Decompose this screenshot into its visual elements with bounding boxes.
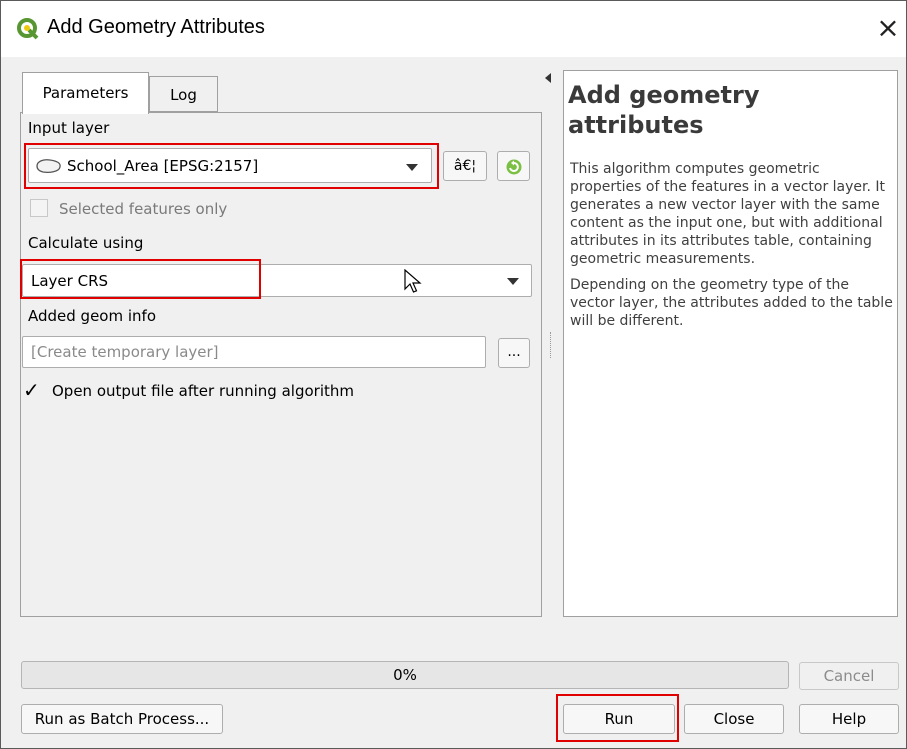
selected-features-checkbox[interactable] xyxy=(30,199,48,217)
input-layer-label: Input layer xyxy=(28,119,110,137)
calculate-using-highlight xyxy=(20,259,261,299)
help-panel xyxy=(563,70,898,617)
added-geom-info-label: Added geom info xyxy=(28,307,156,325)
tab-log[interactable]: Log xyxy=(149,76,218,112)
progress-bar: 0% xyxy=(21,661,789,689)
collapse-help-icon[interactable] xyxy=(545,73,551,83)
input-layer-highlight xyxy=(24,143,439,189)
browse-layer-button[interactable]: â€¦ xyxy=(443,151,487,181)
run-button-highlight xyxy=(556,694,679,742)
output-browse-button[interactable]: ... xyxy=(498,338,530,368)
added-geom-output-field[interactable]: [Create temporary layer] xyxy=(22,336,486,368)
close-button[interactable]: Close xyxy=(684,704,784,734)
title-bar: Add Geometry Attributes × xyxy=(1,1,906,57)
chevron-down-icon xyxy=(507,278,519,285)
cancel-button[interactable]: Cancel xyxy=(799,662,899,690)
tab-parameters[interactable]: Parameters xyxy=(22,72,149,114)
splitter-handle[interactable] xyxy=(550,332,552,358)
close-icon[interactable]: × xyxy=(874,12,902,46)
selected-features-label: Selected features only xyxy=(59,200,228,218)
iterate-button[interactable] xyxy=(497,151,530,181)
progress-text: 0% xyxy=(393,666,417,684)
calculate-using-label: Calculate using xyxy=(28,234,144,252)
mouse-cursor-icon xyxy=(404,268,422,299)
qgis-icon xyxy=(16,17,40,41)
help-paragraph-2: Depending on the geometry type of the ve… xyxy=(570,277,893,329)
run-as-batch-button[interactable]: Run as Batch Process... xyxy=(21,704,223,734)
help-paragraph-1: This algorithm computes geometric proper… xyxy=(570,161,886,267)
open-output-label: Open output file after running algorithm xyxy=(52,382,354,400)
open-output-checkbox[interactable]: ✓ xyxy=(23,380,40,400)
help-button[interactable]: Help xyxy=(799,704,899,734)
window-title: Add Geometry Attributes xyxy=(47,16,265,38)
output-placeholder: [Create temporary layer] xyxy=(31,343,219,361)
help-title: Add geometry attributes xyxy=(568,81,760,139)
iterate-icon xyxy=(505,158,523,180)
